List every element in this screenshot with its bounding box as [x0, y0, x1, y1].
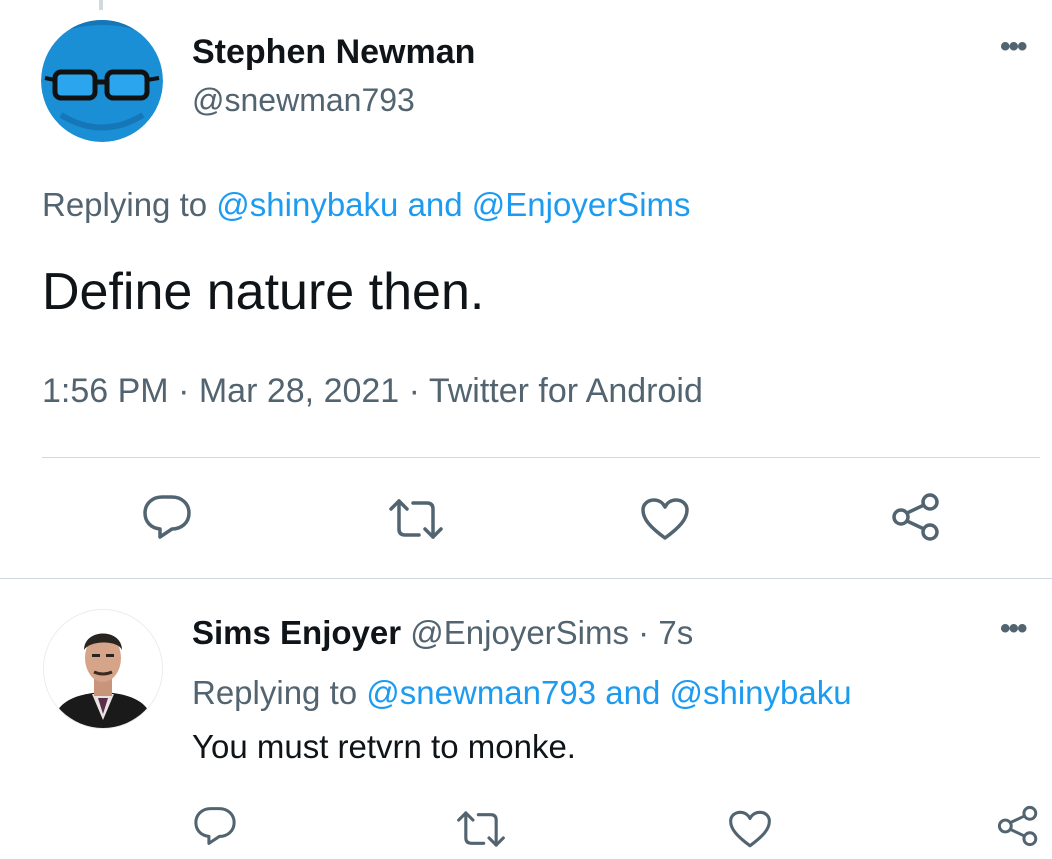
tweet-source[interactable]: Twitter for Android	[429, 372, 703, 410]
reply-text: You must retvrn to monke.	[192, 728, 576, 765]
share-icon[interactable]	[890, 492, 942, 542]
heart-icon[interactable]	[728, 809, 772, 849]
mention-link-2[interactable]: @shinybaku	[669, 674, 851, 711]
reply-separator: ·	[638, 614, 650, 651]
tweet-text: Define nature then.	[42, 263, 485, 321]
reply-age[interactable]: 7s	[658, 614, 693, 651]
more-icon[interactable]: •••	[1000, 612, 1027, 646]
mention-and: and	[605, 674, 661, 711]
meta-separator: ·	[178, 372, 190, 410]
avatar-image	[44, 610, 162, 728]
reply-author-name[interactable]: Sims Enjoyer	[192, 614, 401, 651]
tweet-time[interactable]: 1:56 PM	[42, 372, 169, 410]
divider	[0, 578, 1052, 579]
avatar-sims-enjoyer[interactable]	[43, 609, 163, 729]
divider	[42, 457, 1040, 458]
mention-link-1[interactable]: @shinybaku	[216, 186, 398, 223]
mention-link-2[interactable]: @EnjoyerSims	[472, 186, 691, 223]
meta-separator: ·	[408, 372, 420, 410]
tweet-date[interactable]: Mar 28, 2021	[199, 372, 399, 410]
avatar-stephen-newman[interactable]	[41, 20, 163, 142]
retweet-icon[interactable]	[456, 809, 506, 849]
replying-to-line: Replying to @shinybaku and @EnjoyerSims	[42, 186, 691, 224]
reply-author-handle[interactable]: @EnjoyerSims	[410, 614, 629, 651]
replying-prefix: Replying to	[192, 674, 358, 711]
mention-link-1[interactable]: @snewman793	[366, 674, 596, 711]
avatar-image	[41, 20, 163, 142]
heart-icon[interactable]	[640, 497, 690, 541]
share-icon[interactable]	[996, 804, 1040, 848]
reply-icon[interactable]	[142, 494, 192, 540]
author-handle[interactable]: @snewman793	[192, 82, 415, 119]
reply-icon[interactable]	[193, 806, 237, 846]
replying-prefix: Replying to	[42, 186, 208, 223]
retweet-icon[interactable]	[388, 497, 444, 541]
thread-line	[99, 0, 103, 10]
author-name[interactable]: Stephen Newman	[192, 33, 475, 72]
tweet-meta: 1:56 PM · Mar 28, 2021 · Twitter for And…	[42, 372, 703, 411]
reply-header: Sims Enjoyer @EnjoyerSims · 7s	[192, 614, 693, 652]
more-icon[interactable]: •••	[1000, 30, 1027, 64]
mention-and: and	[407, 186, 463, 223]
reply-replying-to-line: Replying to @snewman793 and @shinybaku	[192, 674, 852, 712]
